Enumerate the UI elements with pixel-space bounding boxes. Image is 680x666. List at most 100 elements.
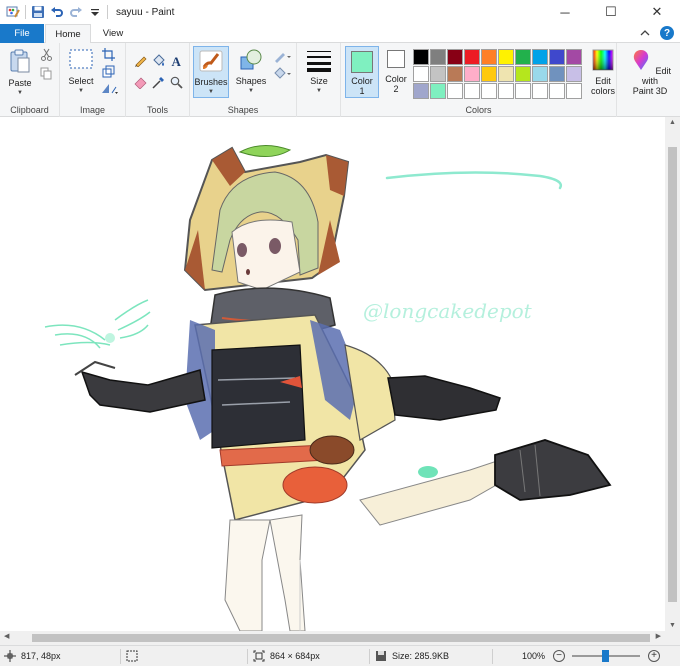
palette-swatch[interactable] — [498, 83, 514, 99]
palette-swatch[interactable] — [430, 83, 446, 99]
tools-group: A Tools — [126, 43, 190, 117]
size-button[interactable]: Size ▼ — [302, 48, 336, 96]
color2-swatch — [387, 50, 405, 68]
color2-button[interactable]: Color 2 — [381, 50, 411, 94]
color1-button[interactable]: Color 1 — [345, 46, 379, 98]
palette-swatch[interactable] — [498, 66, 514, 82]
palette-swatch[interactable] — [481, 49, 497, 65]
help-button[interactable]: ? — [660, 26, 674, 40]
palette-swatch[interactable] — [549, 83, 565, 99]
palette-swatch[interactable] — [515, 49, 531, 65]
brushes-button[interactable]: Brushes ▼ — [193, 46, 229, 98]
cursor-position: 817, 48px — [4, 646, 61, 666]
svg-text:A: A — [172, 54, 182, 67]
redo-icon[interactable] — [69, 5, 83, 19]
zoom-slider-handle[interactable] — [602, 650, 609, 662]
tab-file[interactable]: File — [0, 24, 44, 43]
paint3d-label-2: Paint 3D — [632, 86, 668, 96]
save-icon[interactable] — [31, 5, 45, 19]
resize-icon[interactable] — [102, 65, 115, 78]
scroll-down-icon[interactable]: ▼ — [665, 622, 680, 629]
palette-swatch[interactable] — [464, 49, 480, 65]
customize-qat-icon[interactable] — [88, 5, 102, 19]
collapse-ribbon-icon[interactable] — [640, 28, 650, 38]
edit-colors-button[interactable]: Edit colors — [587, 48, 619, 96]
window-controls: ─ ☐ ✕ — [542, 0, 680, 24]
palette-swatch[interactable] — [566, 83, 582, 99]
palette-swatch[interactable] — [447, 83, 463, 99]
close-button[interactable]: ✕ — [634, 0, 680, 24]
palette-swatch[interactable] — [515, 83, 531, 99]
scroll-left-icon[interactable]: ◀ — [4, 632, 9, 640]
palette-swatch[interactable] — [498, 49, 514, 65]
rotate-icon[interactable] — [100, 82, 120, 95]
shapes-button[interactable]: Shapes ▼ — [234, 48, 268, 96]
clipboard-group-label: Clipboard — [10, 105, 49, 115]
crop-icon[interactable] — [102, 48, 115, 61]
paint-app-icon — [6, 6, 20, 18]
palette-swatch[interactable] — [515, 66, 531, 82]
palette-swatch[interactable] — [481, 66, 497, 82]
eraser-icon[interactable] — [134, 76, 147, 89]
palette-swatch[interactable] — [481, 83, 497, 99]
status-divider — [120, 649, 121, 664]
palette-swatch[interactable] — [566, 49, 582, 65]
zoom-level: 100% — [522, 646, 545, 666]
palette-swatch[interactable] — [532, 83, 548, 99]
tab-view[interactable]: View — [92, 24, 134, 43]
pencil-icon[interactable] — [134, 54, 147, 67]
chevron-down-icon: ▼ — [78, 88, 84, 94]
scroll-right-icon[interactable]: ▶ — [656, 632, 661, 640]
minimize-button[interactable]: ─ — [542, 0, 588, 24]
brushes-label: Brushes — [194, 77, 228, 87]
palette-swatch[interactable] — [413, 83, 429, 99]
quick-access-toolbar — [0, 5, 108, 19]
status-divider — [247, 649, 248, 664]
image-size-icon — [253, 650, 265, 662]
color-picker-icon[interactable] — [152, 76, 165, 89]
color2-label: Color — [385, 74, 407, 84]
zoom-out-button[interactable]: − — [553, 650, 565, 662]
palette-swatch[interactable] — [532, 66, 548, 82]
cursor-position-text: 817, 48px — [21, 651, 61, 661]
scrollbar-corner — [665, 631, 680, 645]
file-size: Size: 285.9KB — [375, 646, 449, 666]
palette-swatch[interactable] — [413, 49, 429, 65]
palette-swatch[interactable] — [430, 66, 446, 82]
palette-swatch[interactable] — [566, 66, 582, 82]
edit-with-paint3d-button[interactable]: Edit with Paint 3D — [626, 48, 674, 96]
size-label: Size — [310, 76, 328, 86]
canvas[interactable]: @longcakedepot — [0, 117, 665, 631]
magnifier-icon[interactable] — [170, 76, 183, 89]
ribbon-tabs: File Home View ? — [0, 24, 680, 44]
vertical-scrollbar[interactable]: ▲ ▼ — [665, 117, 680, 631]
fill-style-icon[interactable] — [274, 67, 292, 80]
zoom-in-button[interactable]: + — [648, 650, 660, 662]
horizontal-scrollbar[interactable]: ◀ ▶ — [0, 631, 665, 645]
vertical-scroll-thumb[interactable] — [668, 147, 677, 602]
paste-button[interactable]: Paste ▼ — [4, 48, 36, 98]
palette-swatch[interactable] — [464, 66, 480, 82]
color2-number: 2 — [393, 84, 399, 94]
palette-swatch[interactable] — [549, 66, 565, 82]
scroll-up-icon[interactable]: ▲ — [665, 119, 680, 126]
palette-swatch[interactable] — [464, 83, 480, 99]
palette-swatch[interactable] — [413, 66, 429, 82]
text-icon[interactable]: A — [170, 54, 183, 67]
undo-icon[interactable] — [50, 5, 64, 19]
palette-swatch[interactable] — [447, 49, 463, 65]
palette-swatch[interactable] — [549, 49, 565, 65]
palette-swatch[interactable] — [532, 49, 548, 65]
maximize-button[interactable]: ☐ — [588, 0, 634, 24]
colors-group-label: Colors — [465, 105, 492, 115]
outline-icon[interactable] — [274, 50, 292, 63]
select-button[interactable]: Select ▼ — [64, 48, 98, 96]
fill-icon[interactable] — [152, 54, 165, 67]
horizontal-scroll-thumb[interactable] — [32, 634, 650, 642]
palette-swatch[interactable] — [430, 49, 446, 65]
cut-icon[interactable] — [40, 48, 53, 61]
palette-swatch[interactable] — [447, 66, 463, 82]
tab-home[interactable]: Home — [45, 24, 91, 44]
edit-colors-label-1: Edit — [595, 76, 611, 86]
copy-icon[interactable] — [40, 67, 53, 80]
